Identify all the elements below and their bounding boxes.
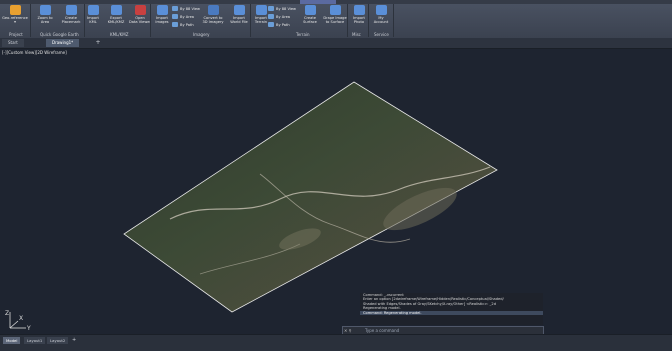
import-terrain-icon [255, 5, 267, 15]
group-label-quick-google-earth: Quick Google Earth [40, 32, 79, 37]
tab-model[interactable]: Model [3, 337, 21, 344]
ribbon: Geo-reference ▾ Zoom to Area Create Plac… [0, 0, 672, 39]
drape-image-button[interactable]: Drape Image to Surface [322, 5, 348, 31]
terrain-by-area-button[interactable]: By Area [268, 13, 290, 20]
path-icon [268, 22, 274, 27]
group-label-kml: KML/KMZ [110, 32, 129, 37]
create-surface-icon [304, 5, 316, 15]
path-icon [172, 22, 178, 27]
export-kml-icon [110, 5, 122, 15]
imagery-by-path-button[interactable]: By Path [172, 21, 194, 28]
group-label-imagery: Imagery [193, 32, 210, 37]
drawing-viewport[interactable] [0, 49, 672, 334]
view-icon [172, 6, 178, 11]
command-history: Command: _-vscurrent Enter an option [2d… [360, 293, 543, 325]
zoom-icon [39, 5, 51, 15]
group-label-service: Service [374, 32, 389, 37]
group-label-terrain: Terrain [296, 32, 310, 37]
import-photo-icon [353, 5, 365, 15]
convert-3d-imagery-button[interactable]: Convert to 3D Imagery [200, 5, 226, 31]
ucs-y-label: Y [26, 325, 31, 332]
ucs-x-label: X [19, 315, 23, 322]
status-bar: Model Layout1 Layout2 + [0, 334, 672, 351]
document-tab-bar: Start Drawing1* + [0, 38, 672, 49]
world-file-icon [233, 5, 245, 15]
drape-image-icon [329, 5, 341, 15]
tab-layout2[interactable]: Layout2 [47, 337, 69, 344]
imagery-by-view-button[interactable]: By 88 View [172, 5, 200, 12]
tab-start[interactable]: Start [2, 39, 24, 47]
view-icon [268, 6, 274, 11]
new-tab-button[interactable]: + [94, 39, 102, 47]
georeference-button[interactable]: Geo-reference ▾ [2, 5, 28, 31]
terrain-by-path-button[interactable]: By Path [268, 21, 290, 28]
group-label-project: Project [9, 32, 23, 37]
ribbon-tab-strip[interactable] [0, 0, 672, 4]
close-icon[interactable]: ✕ ⚲ [344, 327, 352, 334]
create-surface-button[interactable]: Create Surface [297, 5, 323, 31]
data-viewer-icon [134, 5, 146, 15]
account-icon [375, 5, 387, 15]
area-icon [172, 14, 178, 19]
import-images-icon [156, 5, 168, 15]
my-account-button[interactable]: My Account [368, 5, 394, 31]
imagery-by-area-button[interactable]: By Area [172, 13, 194, 20]
tab-layout1[interactable]: Layout1 [24, 337, 46, 344]
ucs-axis-icon: Z Y X [5, 310, 31, 332]
group-label-misc: Misc [352, 32, 361, 37]
command-line: Command: Regenerating model. [360, 310, 543, 316]
add-layout-button[interactable]: + [72, 337, 78, 344]
tab-drawing1[interactable]: Drawing1* [46, 39, 80, 47]
export-kml-button[interactable]: Export KML/KMZ [103, 5, 129, 31]
area-icon [268, 14, 274, 19]
globe-icon [9, 5, 21, 15]
ucs-z-label: Z [5, 310, 9, 317]
terrain-by-view-button[interactable]: By 88 View [268, 5, 296, 12]
aerial-image-surface[interactable] [0, 49, 672, 334]
viewport-controls-label[interactable]: [-][Custom View][2D Wireframe] [2, 50, 67, 55]
placemark-icon [65, 5, 77, 15]
ribbon-tab-active[interactable] [300, 0, 336, 4]
zoom-to-area-button[interactable]: Zoom to Area [32, 5, 58, 31]
convert-3d-icon [207, 5, 219, 15]
command-input[interactable]: Type a command [365, 327, 399, 334]
import-kml-icon [87, 5, 99, 15]
